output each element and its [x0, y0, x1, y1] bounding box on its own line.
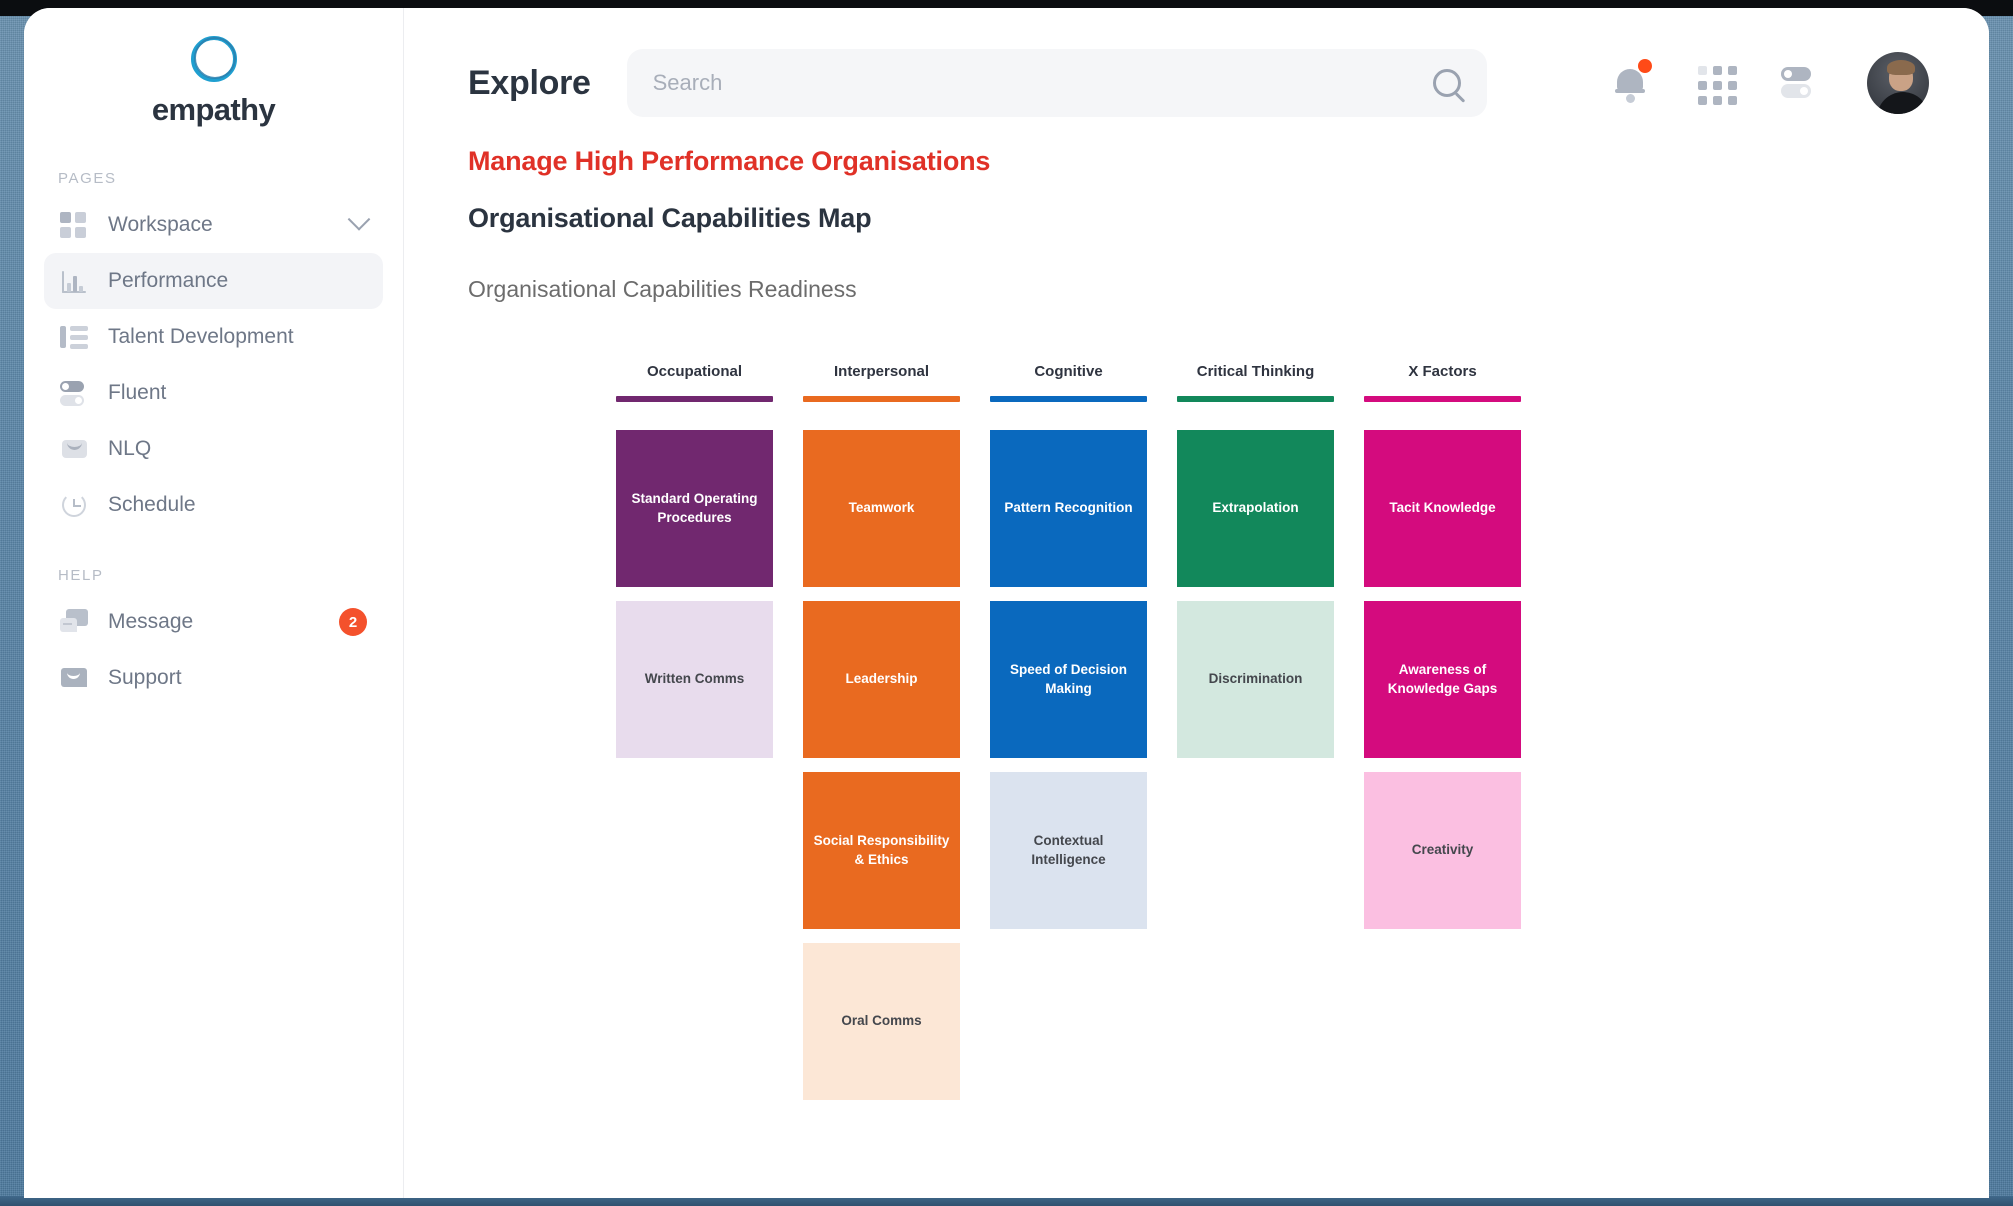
column-accent-rule [616, 396, 773, 402]
avatar[interactable] [1867, 52, 1929, 114]
sidebar-section-help: HELP [58, 567, 104, 584]
capability-cell[interactable]: Creativity [1364, 772, 1521, 929]
content-area: Manage High Performance Organisations Or… [404, 128, 1989, 1114]
search-input[interactable] [652, 70, 1433, 96]
apps-grid-icon[interactable] [1698, 65, 1737, 105]
app-window: empathy PAGES Workspace Performance Talent… [24, 8, 1989, 1198]
sidebar-item-label: Fluent [108, 381, 167, 404]
sidebar: empathy PAGES Workspace Performance Talent… [24, 8, 404, 1198]
chevron-down-icon[interactable] [347, 208, 371, 231]
capability-cell-empty [616, 943, 773, 1100]
capability-cell[interactable]: Standard Operating Procedures [616, 430, 773, 587]
capability-column: Critical Thinking Extrapolation Discrimina… [1177, 363, 1334, 1114]
capability-cell[interactable]: Teamwork [803, 430, 960, 587]
capabilities-map: Occupational Standard Operating Procedure… [616, 363, 1925, 1114]
sidebar-item-label: Performance [108, 269, 229, 292]
capability-cell[interactable]: Discrimination [1177, 601, 1334, 758]
search-icon[interactable] [1432, 69, 1461, 97]
column-header-label: Interpersonal [833, 363, 930, 380]
sidebar-item-schedule[interactable]: Schedule [44, 477, 383, 533]
capability-cell[interactable]: Awareness of Knowledge Gaps [1364, 601, 1521, 758]
sidebar-help-list: Message 2 Support [24, 594, 403, 706]
column-accent-rule [990, 396, 1147, 402]
main-area: Explore Search Manage High Performance O… [404, 8, 1989, 1198]
sidebar-item-nlq[interactable]: NLQ [44, 421, 383, 477]
sidebar-item-label: Workspace [108, 213, 213, 236]
column-accent-rule [1177, 396, 1334, 402]
sidebar-item-support[interactable]: Support [44, 650, 383, 706]
column-header-label: Occupational [646, 363, 743, 380]
capability-cell[interactable]: Speed of Decision Making [990, 601, 1147, 758]
capability-cell-empty [1177, 943, 1334, 1100]
capability-cell-empty [1177, 772, 1334, 929]
sidebar-item-label: Talent Development [108, 325, 294, 348]
capability-column: X Factors Tacit Knowledge Awareness of Kno… [1364, 363, 1521, 1114]
capability-column: Occupational Standard Operating Procedure… [616, 363, 773, 1114]
sidebar-item-workspace[interactable]: Workspace [44, 197, 383, 253]
capability-column: Interpersonal Teamwork Leadership Social Re… [803, 363, 960, 1114]
section-subtitle: Organisational Capabilities Readiness [468, 276, 857, 302]
envelope-icon [60, 434, 90, 464]
top-bar: Explore [404, 8, 1989, 128]
grid-squares-icon [60, 210, 90, 240]
sidebar-item-label: Schedule [108, 493, 196, 516]
speech-bubble-icon [60, 663, 90, 693]
sidebar-item-message[interactable]: Message 2 [44, 594, 383, 650]
capability-cell[interactable]: Extrapolation [1177, 430, 1334, 587]
chat-bubbles-icon [60, 607, 90, 637]
column-header-label: X Factors [1408, 363, 1477, 380]
sidebar-item-performance[interactable]: Performance [44, 253, 383, 309]
capability-cell-empty [616, 772, 773, 929]
capability-cell[interactable]: Pattern Recognition [990, 430, 1147, 587]
capability-cell[interactable]: Contextual Intelligence [990, 772, 1147, 929]
top-bar-actions [1610, 52, 1929, 114]
brand-logo[interactable]: empathy [24, 36, 403, 136]
notification-dot [1638, 59, 1652, 73]
column-header-label: Critical Thinking [1196, 363, 1315, 380]
sidebar-item-label: Support [108, 666, 182, 689]
column-accent-rule [1364, 396, 1521, 402]
toggle-switch-icon[interactable] [1779, 61, 1819, 105]
capability-cell[interactable]: Leadership [803, 601, 960, 758]
page-title: Explore [468, 63, 591, 102]
capability-cell[interactable]: Social Responsibility & Ethics [803, 772, 960, 929]
sidebar-item-talent-development[interactable]: Talent Development [44, 309, 383, 365]
section-title: Organisational Capabilities Map [468, 203, 872, 233]
sidebar-item-label: NLQ [108, 437, 152, 460]
list-lines-icon [60, 322, 90, 352]
column-accent-rule [803, 396, 960, 402]
sidebar-section-pages: PAGES [58, 170, 117, 187]
toggle-switch-icon [60, 378, 90, 408]
capability-cell[interactable]: Tacit Knowledge [1364, 430, 1521, 587]
capability-cell-empty [990, 943, 1147, 1100]
sidebar-item-label: Message [108, 610, 194, 633]
brand-name: empathy [151, 92, 276, 127]
sidebar-pages-list: Workspace Performance Talent Development Fl… [24, 197, 403, 533]
search-box[interactable] [626, 49, 1487, 117]
circle-ring-logo-icon [190, 36, 237, 82]
bell-icon[interactable] [1610, 59, 1652, 105]
clock-history-icon [60, 490, 90, 520]
unread-badge: 2 [339, 608, 367, 636]
capability-cell[interactable]: Written Comms [616, 601, 773, 758]
column-header-label: Cognitive [1034, 363, 1103, 380]
sidebar-item-fluent[interactable]: Fluent [44, 365, 383, 421]
bar-chart-icon [60, 266, 90, 296]
capability-column: Cognitive Pattern Recognition Speed of Dec… [990, 363, 1147, 1114]
capability-cell[interactable]: Oral Comms [803, 943, 960, 1100]
eyebrow-heading: Manage High Performance Organisations [468, 146, 991, 176]
capability-cell-empty [1364, 943, 1521, 1100]
